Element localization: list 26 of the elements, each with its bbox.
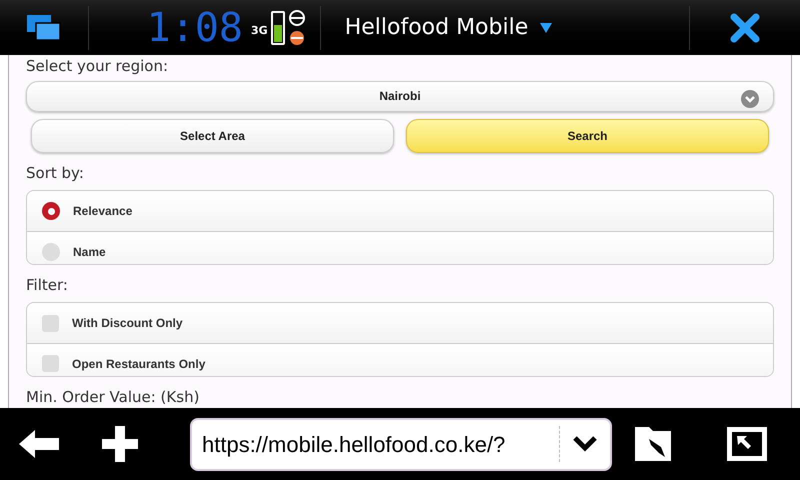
search-button[interactable]: Search (406, 118, 769, 153)
fullscreen-icon[interactable] (727, 427, 767, 461)
dropdown-icon (540, 22, 552, 32)
close-icon[interactable] (730, 12, 760, 42)
region-label: Select your region: (26, 57, 170, 75)
windows-icon[interactable] (27, 14, 61, 40)
status-icon (288, 10, 306, 46)
app-title-menu[interactable]: Hellofood Mobile (320, 11, 552, 44)
checkbox-option[interactable]: With Discount Only (27, 303, 773, 344)
min-order-label: Min. Order Value: (Ksh) (26, 386, 200, 408)
region-select[interactable]: Nairobi (26, 81, 774, 112)
chevron-down-icon (741, 90, 759, 108)
area-button[interactable]: Select Area (31, 118, 394, 153)
chevron-down-icon[interactable] (573, 436, 597, 452)
checkbox-option[interactable]: Open Restaurants Only (27, 343, 773, 376)
clock: 1:08 (146, 8, 243, 48)
plus-icon[interactable] (102, 426, 138, 462)
back-arrow-icon[interactable] (19, 430, 59, 458)
radio-option[interactable]: Relevance (27, 191, 773, 232)
url-field[interactable]: https://mobile.hellofood.co.ke/? (190, 418, 612, 470)
bookmark-folder-icon[interactable] (635, 427, 671, 461)
radio-option[interactable]: Name (27, 231, 773, 264)
network-label: 3G (251, 23, 268, 39)
filter-label: Filter: (26, 274, 69, 296)
sort-label: Sort by: (26, 162, 85, 184)
battery-icon (270, 10, 285, 44)
